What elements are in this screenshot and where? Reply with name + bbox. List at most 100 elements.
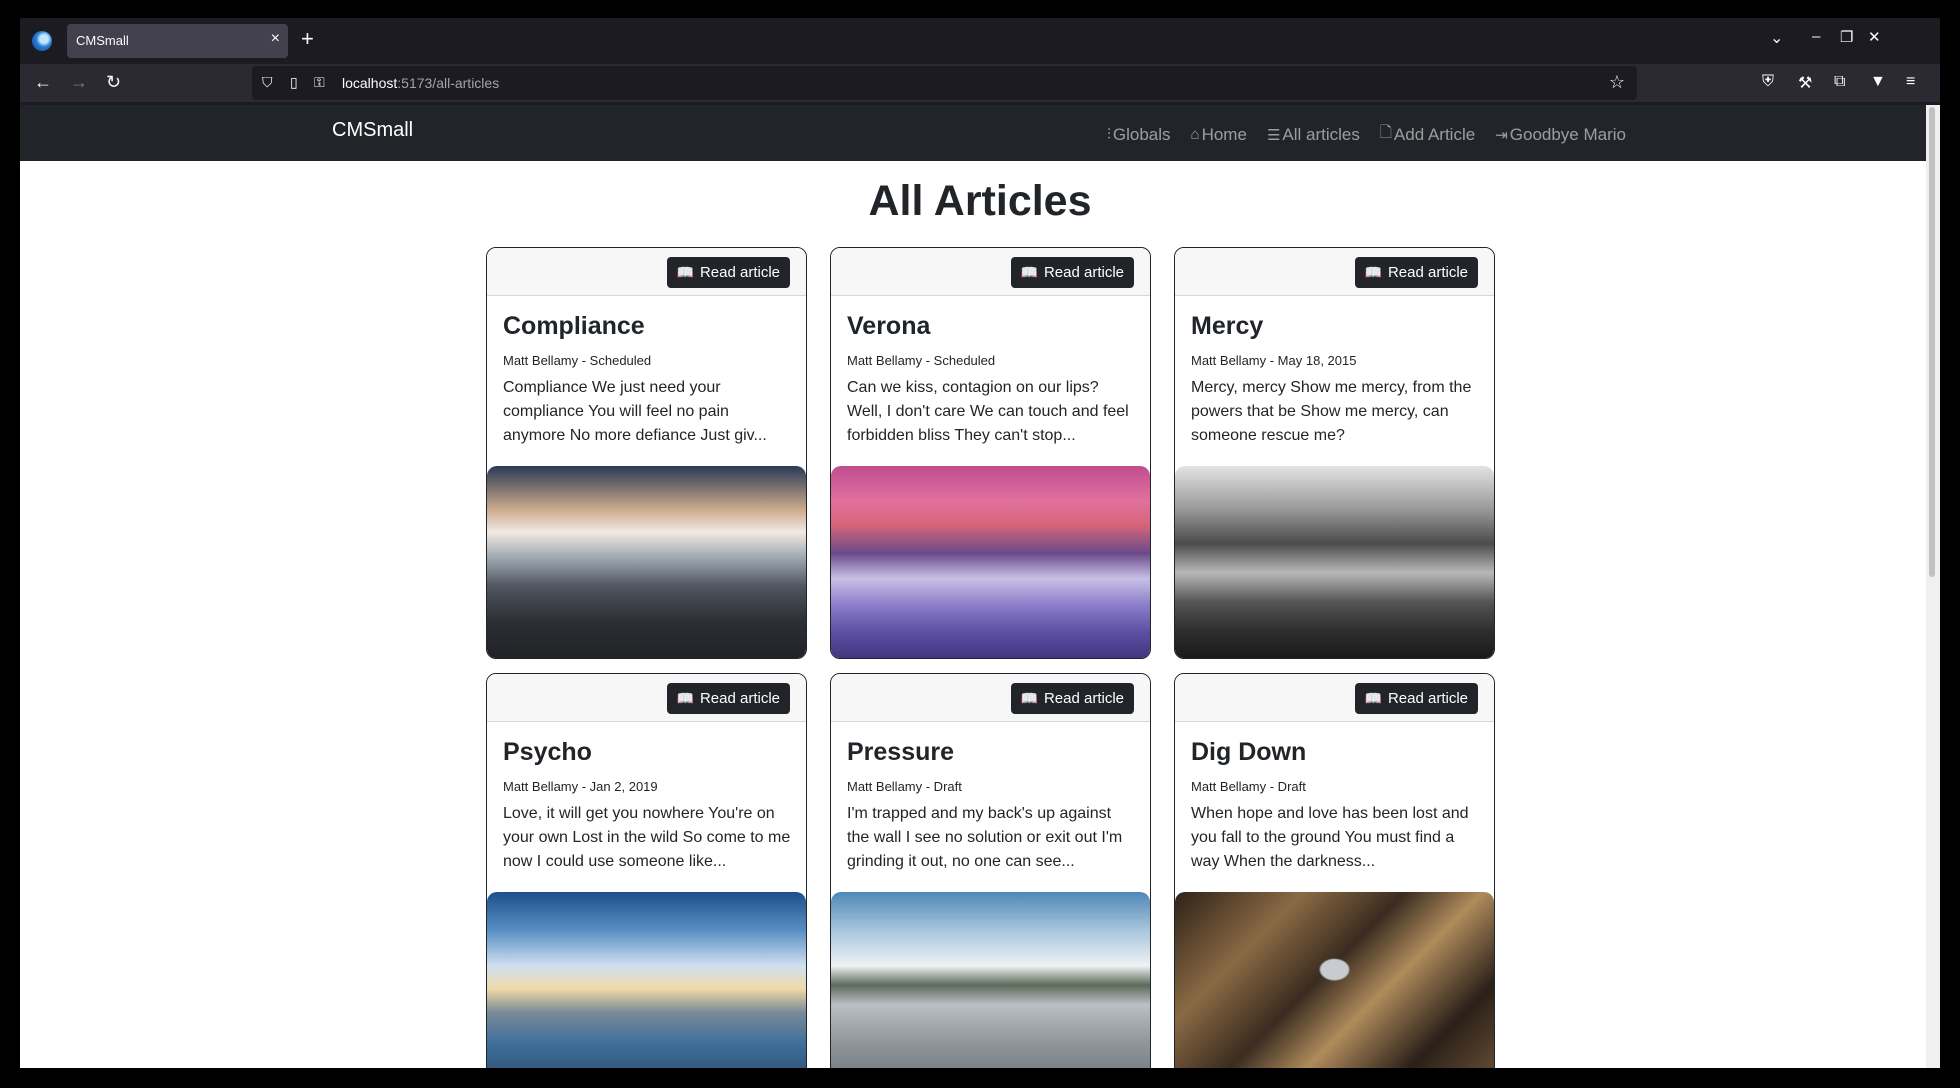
card-header: 📖 Read article — [1175, 674, 1494, 722]
book-icon: 📖 — [1364, 264, 1382, 280]
read-article-label: Read article — [1043, 690, 1124, 707]
tab-title: CMSmall — [76, 33, 129, 48]
book-icon: 📖 — [676, 690, 694, 706]
nav-add-article[interactable]: 🗋 Add Article — [1380, 122, 1475, 147]
brand[interactable]: CMSmall — [332, 119, 413, 142]
forward-icon[interactable]: → — [70, 72, 88, 93]
article-title: Mercy — [1191, 312, 1264, 340]
new-tab-icon[interactable]: + — [301, 26, 314, 52]
read-article-button[interactable]: 📖 Read article — [1010, 257, 1134, 288]
home-icon: ⌂ — [1190, 126, 1200, 143]
article-meta: Matt Bellamy - Draft — [847, 779, 962, 794]
card-header: 📖 Read article — [831, 674, 1150, 722]
minimize-icon[interactable]: – — [1812, 28, 1820, 45]
nav-globals[interactable]: ⫶ Globals — [1107, 122, 1170, 147]
read-article-button[interactable]: 📖 Read article — [1010, 683, 1134, 714]
article-excerpt: When hope and love has been lost and you… — [1191, 805, 1469, 870]
article-excerpt: Mercy, mercy Show me mercy, from the pow… — [1191, 379, 1472, 444]
article-excerpt: I'm trapped and my back's up against the… — [847, 805, 1123, 870]
browser-window: CMSmall × + ⌄ – ❐ ✕ ← → ↻ ⛉ ▯ ⚿ localhos… — [20, 18, 1940, 1068]
book-icon: 📖 — [1020, 264, 1038, 280]
nav-links: ⫶ Globals ⌂ Home ☰ All articles 🗋 Add Articl… — [1107, 122, 1626, 147]
page-scrollbar[interactable] — [1926, 105, 1940, 1068]
wrench-icon[interactable]: ⚒ — [1798, 73, 1812, 93]
nav-globals-label: Globals — [1112, 124, 1171, 144]
vue-devtools-icon[interactable]: ▼ — [1870, 73, 1886, 91]
article-card: 📖 Read article Mercy Matt Bellamy - May 1… — [1174, 247, 1495, 659]
read-article-label: Read article — [1387, 264, 1468, 281]
article-card: 📖 Read article Psycho Matt Bellamy - Jan … — [486, 673, 807, 1068]
article-excerpt: Can we kiss, contagion on our lips? Well… — [847, 379, 1129, 444]
book-icon: 📖 — [1364, 690, 1382, 706]
article-card: 📖 Read article Pressure Matt Bellamy - Dr… — [830, 673, 1151, 1068]
article-title: Verona — [847, 312, 931, 340]
book-icon: 📖 — [676, 264, 694, 280]
menu-icon[interactable]: ≡ — [1906, 73, 1915, 91]
app-navbar: CMSmall ⫶ Globals ⌂ Home ☰ All articles 🗋 Ad… — [20, 105, 1940, 161]
nav-logout[interactable]: ⇥ Goodbye Mario — [1495, 122, 1626, 147]
page-title: All Articles — [868, 177, 1092, 225]
logout-icon: ⇥ — [1495, 126, 1508, 144]
card-header: 📖 Read article — [487, 248, 806, 296]
article-title: Pressure — [847, 738, 955, 766]
article-card: 📖 Read article Verona Matt Bellamy - Sche… — [830, 247, 1151, 659]
article-meta: Matt Bellamy - Jan 2, 2019 — [503, 779, 658, 794]
nav-all-articles-label: All articles — [1282, 124, 1360, 144]
article-excerpt: Love, it will get you nowhere You're on … — [503, 805, 791, 870]
read-article-button[interactable]: 📖 Read article — [666, 683, 790, 714]
article-meta: Matt Bellamy - Scheduled — [847, 353, 996, 368]
reload-icon[interactable]: ↻ — [106, 72, 121, 93]
article-title: Compliance — [503, 312, 645, 340]
bookmark-star-icon[interactable]: ☆ — [1609, 72, 1625, 93]
card-header: 📖 Read article — [1175, 248, 1494, 296]
article-image — [487, 892, 806, 1068]
key-icon[interactable]: ⚿ — [314, 74, 325, 91]
article-card: 📖 Read article Compliance Matt Bellamy - … — [486, 247, 807, 659]
pocket-icon[interactable]: ⛨ — [1762, 73, 1774, 91]
shield-icon[interactable]: ⛉ — [262, 74, 273, 91]
article-meta: Matt Bellamy - Draft — [1191, 779, 1306, 794]
nav-home-label: Home — [1201, 124, 1247, 144]
nav-toolbar: ← → ↻ ⛉ ▯ ⚿ localhost:5173/all-articles … — [20, 64, 1940, 102]
nav-home[interactable]: ⌂ Home — [1191, 122, 1247, 147]
firefox-logo-icon — [32, 31, 52, 51]
tab-active[interactable]: CMSmall × — [67, 24, 288, 58]
article-card: 📖 Read article Dig Down Matt Bellamy - Dr… — [1174, 673, 1495, 1068]
read-article-button[interactable]: 📖 Read article — [1354, 683, 1478, 714]
book-icon: 📖 — [1020, 690, 1038, 706]
article-image — [487, 466, 806, 658]
close-tab-icon[interactable]: × — [271, 30, 280, 48]
card-header: 📖 Read article — [487, 674, 806, 722]
article-excerpt: Compliance We just need your compliance … — [503, 379, 767, 444]
url-text[interactable]: localhost:5173/all-articles — [342, 75, 499, 91]
read-article-button[interactable]: 📖 Read article — [1354, 257, 1478, 288]
article-title: Dig Down — [1191, 738, 1307, 766]
card-header: 📖 Read article — [831, 248, 1150, 296]
file-plus-icon: 🗋 — [1379, 124, 1392, 141]
article-title: Psycho — [503, 738, 592, 766]
read-article-label: Read article — [1387, 690, 1468, 707]
back-icon[interactable]: ← — [34, 72, 52, 93]
close-window-icon[interactable]: ✕ — [1868, 28, 1881, 46]
read-article-label: Read article — [699, 690, 780, 707]
article-meta: Matt Bellamy - Scheduled — [503, 353, 652, 368]
restore-icon[interactable]: ❐ — [1840, 28, 1853, 46]
nav-add-article-label: Add Article — [1393, 124, 1476, 144]
article-meta: Matt Bellamy - May 18, 2015 — [1191, 353, 1357, 368]
url-bar[interactable]: ⛉ ▯ ⚿ localhost:5173/all-articles ☆ — [252, 66, 1637, 100]
read-article-label: Read article — [1043, 264, 1124, 281]
page-icon: ▯ — [290, 74, 298, 90]
list-icon: ☰ — [1266, 126, 1281, 144]
extensions-icon[interactable]: ⧉ — [1834, 73, 1845, 91]
nav-logout-label: Goodbye Mario — [1509, 124, 1626, 144]
read-article-label: Read article — [699, 264, 780, 281]
sliders-icon: ⫶ — [1107, 126, 1111, 143]
read-article-button[interactable]: 📖 Read article — [666, 257, 790, 288]
article-image — [831, 466, 1150, 658]
scroll-thumb[interactable] — [1929, 107, 1935, 577]
nav-all-articles[interactable]: ☰ All articles — [1267, 122, 1360, 147]
article-image — [1175, 892, 1494, 1068]
article-image — [1175, 466, 1494, 658]
list-all-tabs-icon[interactable]: ⌄ — [1770, 28, 1783, 48]
page-viewport: CMSmall ⫶ Globals ⌂ Home ☰ All articles 🗋 Ad… — [20, 105, 1940, 1068]
